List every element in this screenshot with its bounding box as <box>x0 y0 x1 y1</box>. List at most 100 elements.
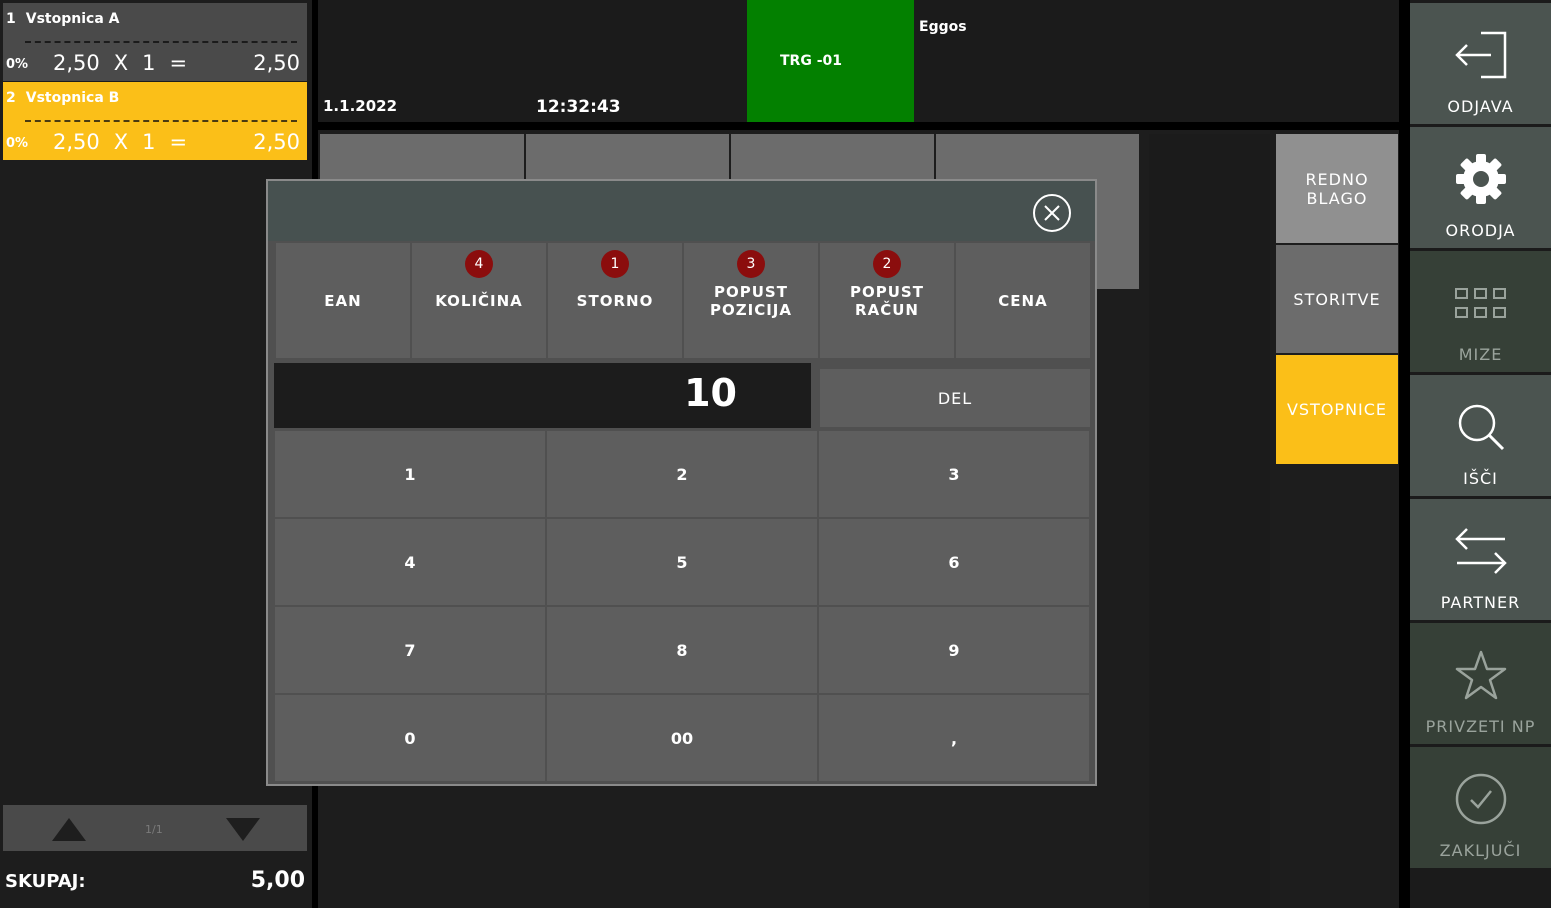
line-name: Vstopnica A <box>25 11 120 27</box>
search-icon <box>1458 404 1504 451</box>
key-7[interactable]: 7 <box>275 607 545 693</box>
page-indicator: 1/1 <box>145 823 163 836</box>
gear-icon <box>1455 154 1506 204</box>
line-name: Vstopnica B <box>25 90 120 106</box>
dialog-header <box>268 181 1095 241</box>
function-kolicina-button[interactable]: 4 KOLIČINA <box>412 243 546 358</box>
key-5[interactable]: 5 <box>547 519 817 605</box>
top-bar: 1.1.2022 12:32:43 TRG -01 Eggos <box>318 0 1399 122</box>
function-label: KOLIČINA <box>435 291 523 310</box>
amount-display: 10 <box>274 363 811 428</box>
category-vstopnice[interactable]: VSTOPNICE <box>1276 355 1398 464</box>
key-label: , <box>950 728 958 748</box>
nav-privzeti-np-button[interactable]: PRIVZETI NP <box>1410 623 1551 744</box>
line-tax: 0% <box>6 57 29 72</box>
function-ean-button[interactable]: EAN <box>276 243 410 358</box>
line-price: 2,50 <box>53 130 100 154</box>
line-divider <box>25 41 297 43</box>
line-divider <box>25 120 297 122</box>
scroll-up-icon[interactable] <box>52 818 86 841</box>
key-1[interactable]: 1 <box>275 431 545 517</box>
key-6[interactable]: 6 <box>819 519 1089 605</box>
nav-mize-button[interactable]: MIZE <box>1410 251 1551 372</box>
terminal-badge[interactable]: TRG -01 <box>747 0 914 122</box>
shortcut-badge: 2 <box>873 250 901 278</box>
terminal-label: TRG -01 <box>780 53 842 69</box>
key-label: 9 <box>948 640 960 660</box>
key-00[interactable]: 00 <box>547 695 817 781</box>
nav-label: ORODJA <box>1445 221 1516 240</box>
line-total: 2,50 <box>253 51 300 75</box>
nav-label: IŠČI <box>1463 469 1498 488</box>
line-qty: 1 <box>142 130 156 154</box>
function-popust-racun-button[interactable]: 2 POPUST RAČUN <box>820 243 954 358</box>
line-tax: 0% <box>6 136 29 151</box>
key-label: 7 <box>404 640 416 660</box>
key-label: 8 <box>676 640 688 660</box>
date-display: 1.1.2022 <box>323 97 398 115</box>
total-label: SKUPAJ: <box>5 871 86 892</box>
line-times: X <box>113 130 129 154</box>
tables-grid-icon <box>1454 288 1506 318</box>
nav-label: MIZE <box>1458 345 1503 364</box>
shortcut-badge: 1 <box>601 250 629 278</box>
line-equals: = <box>169 51 188 75</box>
logout-icon <box>1454 31 1506 79</box>
star-icon <box>1455 650 1506 700</box>
key-2[interactable]: 2 <box>547 431 817 517</box>
line-index: 1 <box>6 11 16 27</box>
delete-label: DEL <box>937 388 973 408</box>
key-label: 5 <box>676 552 688 572</box>
category-label: VSTOPNICE <box>1286 400 1388 419</box>
line-price: 2,50 <box>53 51 100 75</box>
nav-isci-button[interactable]: IŠČI <box>1410 375 1551 496</box>
delete-button[interactable]: DEL <box>820 369 1090 427</box>
close-icon[interactable] <box>1032 193 1072 233</box>
function-label: CENA <box>998 291 1048 310</box>
category-label: REDNO BLAGO <box>1305 169 1369 208</box>
time-display: 12:32:43 <box>536 97 621 117</box>
check-circle-icon <box>1455 773 1506 825</box>
total-value: 5,00 <box>250 868 305 893</box>
key-label: 2 <box>676 464 688 484</box>
line-times: X <box>113 51 129 75</box>
key-0[interactable]: 0 <box>275 695 545 781</box>
line-total: 2,50 <box>253 130 300 154</box>
key-label: 3 <box>948 464 960 484</box>
amount-value: 10 <box>684 371 737 415</box>
key-4[interactable]: 4 <box>275 519 545 605</box>
key-comma[interactable]: , <box>819 695 1089 781</box>
receipt-line-item-selected[interactable]: 2 Vstopnica B 0% 2,50 X 1 = 2,50 <box>3 82 307 160</box>
nav-partner-button[interactable]: PARTNER <box>1410 499 1551 620</box>
nav-orodja-button[interactable]: ORODJA <box>1410 127 1551 248</box>
category-storitve[interactable]: STORITVE <box>1276 245 1398 353</box>
function-label: POPUST RAČUN <box>850 282 924 319</box>
line-index: 2 <box>6 90 16 106</box>
quantity-dialog: EAN 4 KOLIČINA 1 STORNO 3 POPUST POZICIJ… <box>266 179 1097 786</box>
key-8[interactable]: 8 <box>547 607 817 693</box>
nav-label: ODJAVA <box>1447 97 1514 116</box>
shortcut-badge: 4 <box>465 250 493 278</box>
key-3[interactable]: 3 <box>819 431 1089 517</box>
nav-zakljuci-button[interactable]: ZAKLJUČI <box>1410 747 1551 868</box>
product-column <box>1149 134 1270 908</box>
key-9[interactable]: 9 <box>819 607 1089 693</box>
function-popust-pozicija-button[interactable]: 3 POPUST POZICIJA <box>684 243 818 358</box>
category-label: STORITVE <box>1293 289 1381 309</box>
shortcut-badge: 3 <box>737 250 765 278</box>
nav-odjava-button[interactable]: ODJAVA <box>1410 3 1551 124</box>
key-label: 6 <box>948 552 960 572</box>
swap-arrows-icon <box>1454 528 1507 574</box>
line-equals: = <box>169 130 188 154</box>
key-label: 0 <box>404 728 416 748</box>
scroll-down-icon[interactable] <box>226 818 260 841</box>
key-label: 1 <box>404 464 416 484</box>
receipt-total: SKUPAJ: 5,00 <box>0 858 312 908</box>
receipt-line-item[interactable]: 1 Vstopnica A 0% 2,50 X 1 = 2,50 <box>3 3 307 81</box>
category-redno-blago[interactable]: REDNO BLAGO <box>1276 134 1398 243</box>
function-storno-button[interactable]: 1 STORNO <box>548 243 682 358</box>
function-cena-button[interactable]: CENA <box>956 243 1090 358</box>
nav-label: PRIVZETI NP <box>1425 717 1536 736</box>
receipt-pager: 1/1 <box>3 805 307 851</box>
key-label: 00 <box>670 728 694 748</box>
